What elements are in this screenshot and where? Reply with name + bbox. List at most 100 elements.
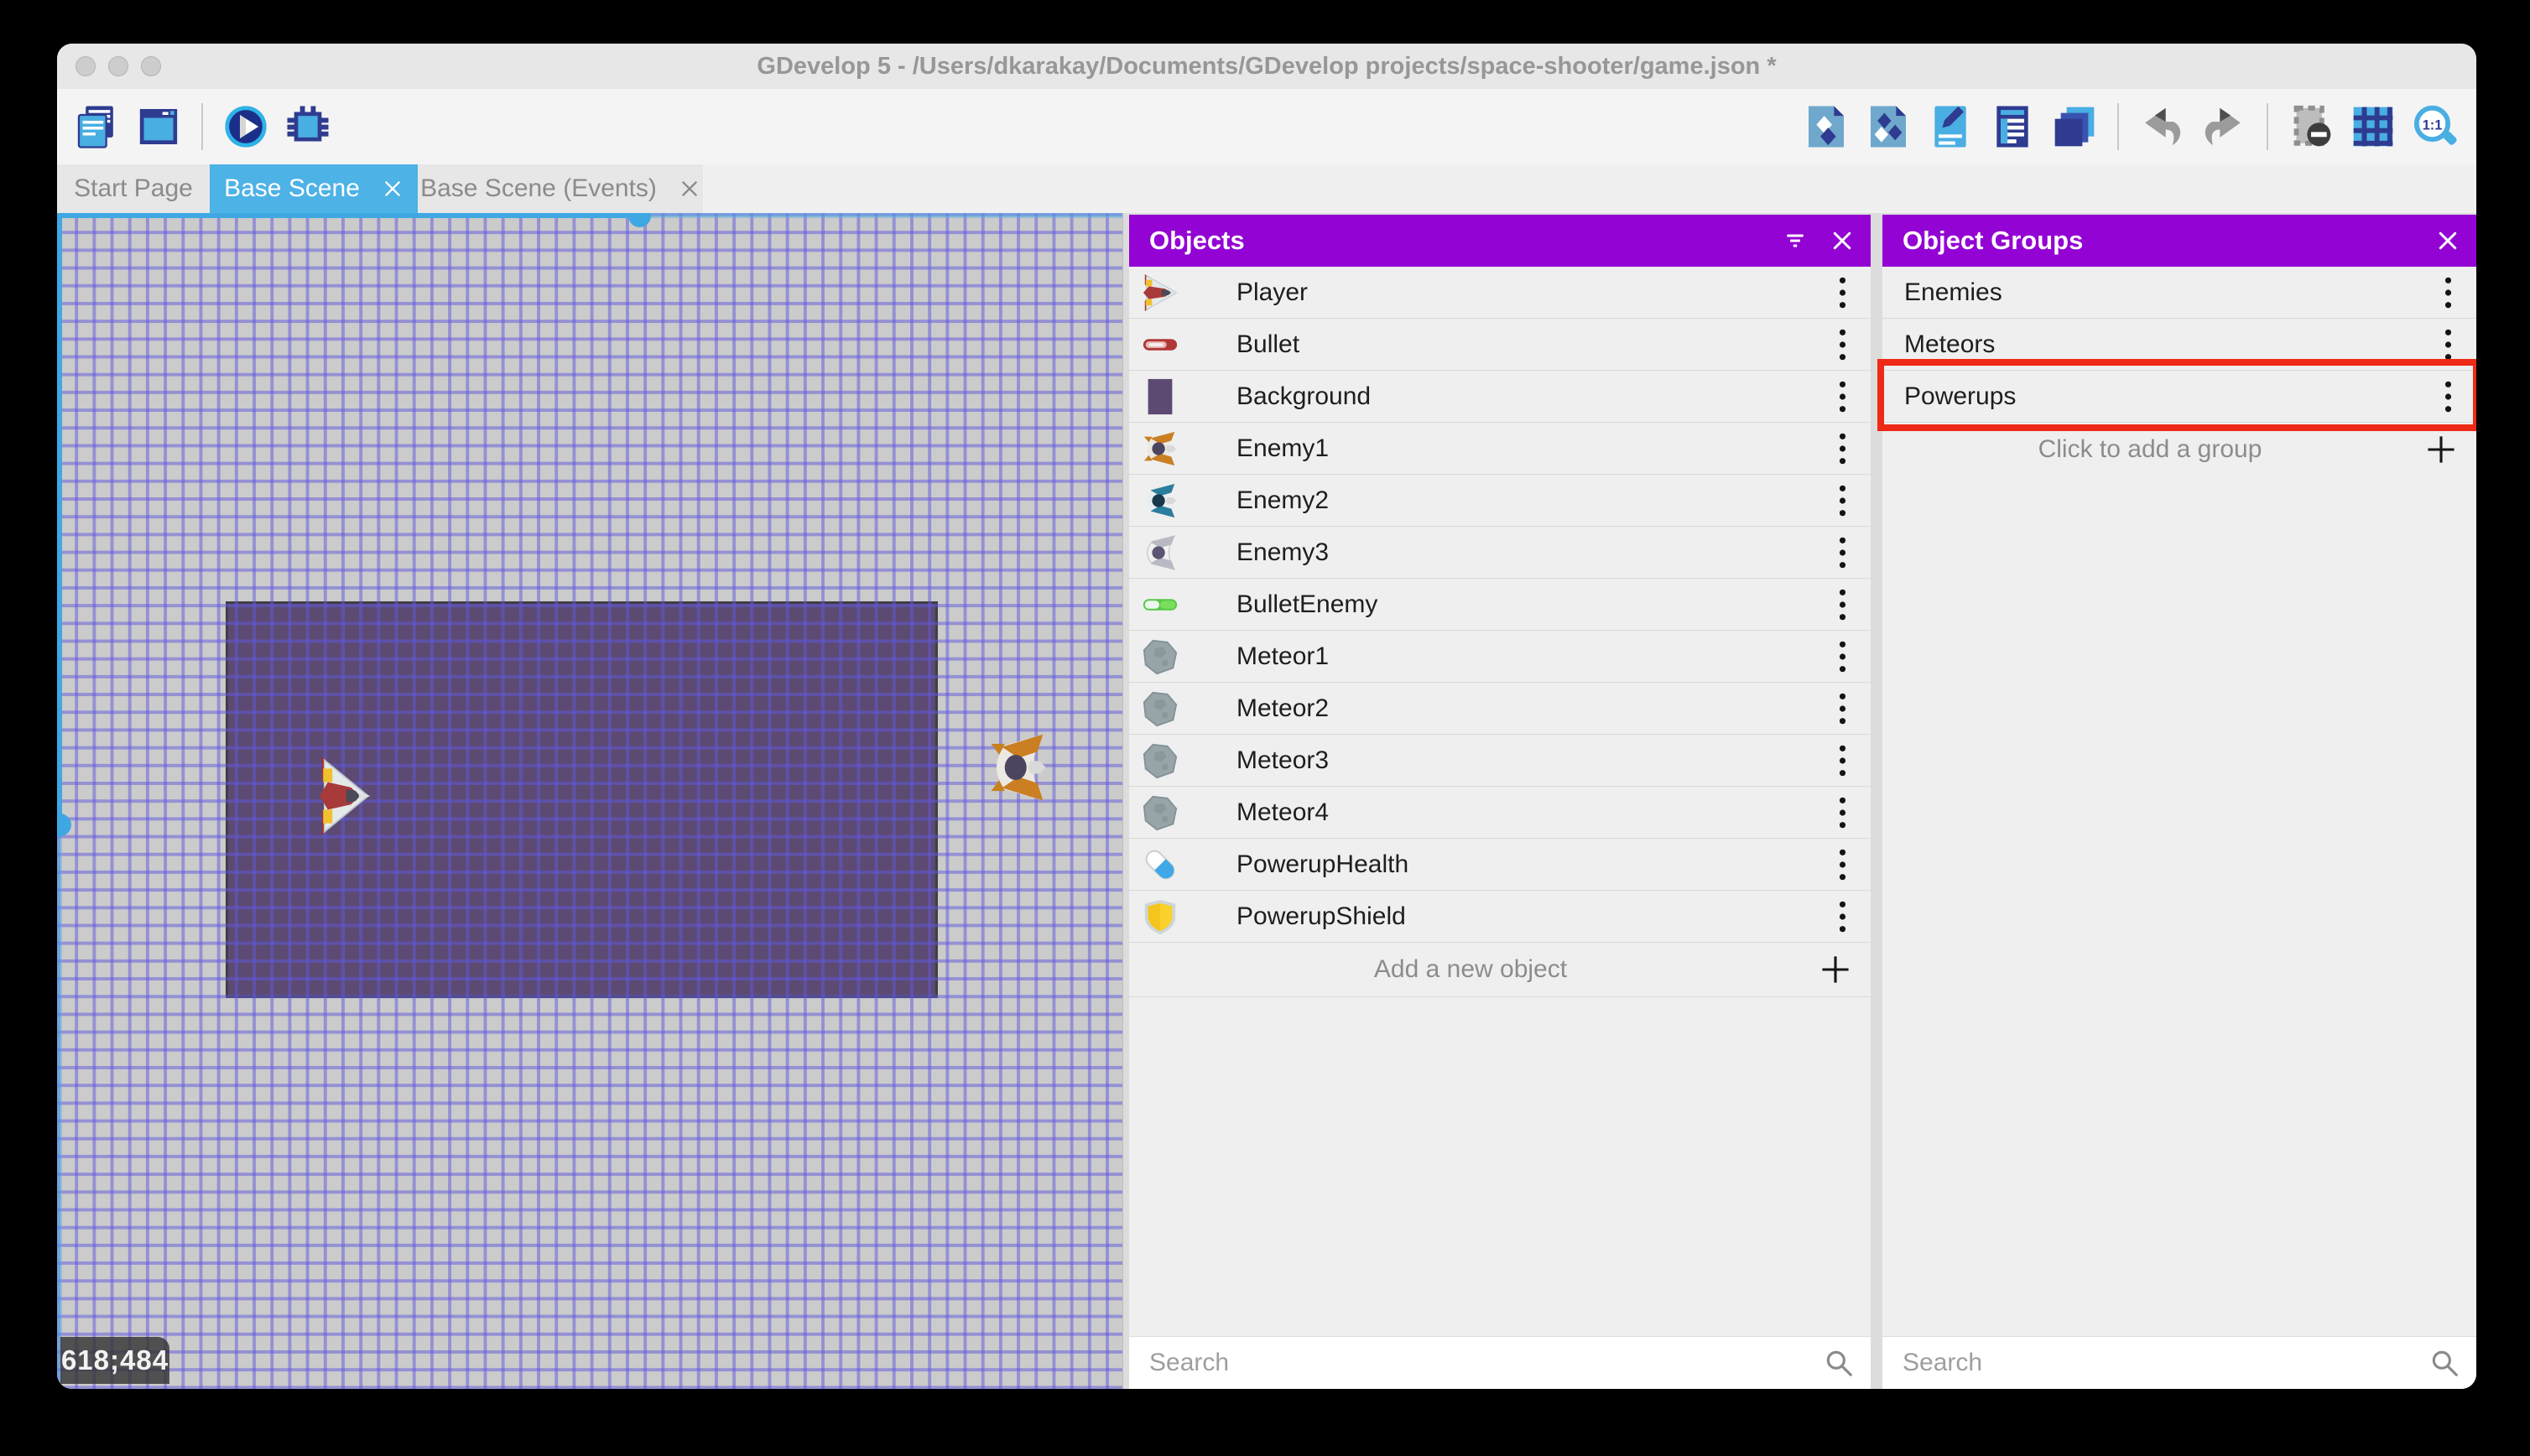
- debugger-icon[interactable]: [284, 102, 332, 151]
- zoom-original-icon[interactable]: 1:1: [2411, 102, 2460, 151]
- object-groups-panel-header: Object Groups: [1882, 215, 2476, 267]
- enemy-gray-icon: [1141, 533, 1179, 572]
- object-row-enemy1[interactable]: Enemy1: [1129, 423, 1871, 475]
- object-row-enemy2[interactable]: Enemy2: [1129, 475, 1871, 527]
- group-name: Meteors: [1904, 330, 1996, 358]
- group-row-powerups[interactable]: Powerups: [1882, 371, 2476, 423]
- three-dots-menu-icon[interactable]: [2429, 319, 2466, 371]
- close-panel-icon[interactable]: [2424, 217, 2471, 264]
- object-groups-panel-title: Object Groups: [1903, 226, 2084, 255]
- objects-search-input[interactable]: [1148, 1348, 1820, 1378]
- object-name: PowerupShield: [1236, 902, 1406, 930]
- open-layers-panel-icon[interactable]: [2050, 102, 2099, 151]
- undo-icon[interactable]: [2137, 102, 2186, 151]
- three-dots-menu-icon[interactable]: [1824, 735, 1861, 787]
- tab-close-icon[interactable]: [679, 178, 700, 200]
- redo-icon[interactable]: [2199, 102, 2248, 151]
- three-dots-menu-icon[interactable]: [1824, 891, 1861, 943]
- object-row-bulletenemy[interactable]: BulletEnemy: [1129, 579, 1871, 631]
- objects-panel: Objects Player Bullet Background Enemy1 Enem…: [1129, 215, 1871, 1389]
- object-name: Meteor3: [1236, 746, 1330, 774]
- add-object-row[interactable]: Add a new object: [1129, 943, 1871, 997]
- bullet-green-icon: [1141, 585, 1179, 624]
- group-row-enemies[interactable]: Enemies: [1882, 267, 2476, 319]
- tab-label: Start Page: [74, 174, 193, 202]
- open-objects-panel-icon[interactable]: [1802, 102, 1851, 151]
- cursor-coordinates: 618;484: [60, 1337, 169, 1384]
- meteor-icon: [1141, 741, 1179, 780]
- open-object-groups-panel-icon[interactable]: [1864, 102, 1913, 151]
- setup-grid-icon[interactable]: [2349, 102, 2397, 151]
- tab-base-scene[interactable]: Base Scene: [210, 164, 418, 213]
- object-row-bullet[interactable]: Bullet: [1129, 319, 1871, 371]
- health-pill-icon: [1141, 845, 1179, 884]
- object-row-powerupshield[interactable]: PowerupShield: [1129, 891, 1871, 943]
- shield-icon: [1141, 897, 1179, 936]
- close-panel-icon[interactable]: [1819, 217, 1866, 264]
- object-row-enemy3[interactable]: Enemy3: [1129, 527, 1871, 579]
- search-icon[interactable]: [1820, 1344, 1857, 1381]
- three-dots-menu-icon[interactable]: [1824, 475, 1861, 527]
- object-name: Player: [1236, 278, 1309, 306]
- enemy-teal-icon: [1141, 481, 1179, 520]
- toolbar-separator: [2267, 103, 2268, 150]
- main-toolbar: 1:1: [57, 89, 2476, 164]
- vertical-scrollbar-thumb[interactable]: [57, 213, 62, 835]
- enemy1-instance[interactable]: [986, 730, 1051, 805]
- three-dots-menu-icon[interactable]: [1824, 839, 1861, 891]
- toolbar-left-group: [72, 89, 332, 164]
- object-name: Enemy1: [1236, 434, 1330, 462]
- tab-strip: Start Page Base Scene Base Scene (Events): [57, 164, 2476, 213]
- enemy-orange-icon: [1141, 429, 1179, 468]
- three-dots-menu-icon[interactable]: [1824, 423, 1861, 475]
- tab-base-scene-events[interactable]: Base Scene (Events): [418, 164, 703, 213]
- object-row-poweruphealth[interactable]: PowerupHealth: [1129, 839, 1871, 891]
- object-row-meteor4[interactable]: Meteor4: [1129, 787, 1871, 839]
- object-groups-list: Enemies Meteors Powerups Click to add a gro…: [1882, 267, 2476, 1337]
- add-group-row[interactable]: Click to add a group: [1882, 423, 2476, 476]
- open-properties-panel-icon[interactable]: [1926, 102, 1975, 151]
- three-dots-menu-icon[interactable]: [1824, 319, 1861, 371]
- window-mask-icon[interactable]: [2287, 102, 2335, 151]
- open-instances-list-icon[interactable]: [1988, 102, 2037, 151]
- objects-panel-header: Objects: [1129, 215, 1871, 267]
- object-row-background[interactable]: Background: [1129, 371, 1871, 423]
- group-row-meteors[interactable]: Meteors: [1882, 319, 2476, 371]
- three-dots-menu-icon[interactable]: [2429, 267, 2466, 319]
- object-row-meteor3[interactable]: Meteor3: [1129, 735, 1871, 787]
- object-name: Enemy2: [1236, 486, 1330, 514]
- object-name: Enemy3: [1236, 538, 1330, 566]
- toolbar-separator: [2117, 103, 2119, 150]
- filter-icon[interactable]: [1772, 217, 1819, 264]
- plus-icon[interactable]: [2418, 426, 2465, 473]
- three-dots-menu-icon[interactable]: [2429, 371, 2466, 423]
- open-scene-icon[interactable]: [134, 102, 183, 151]
- object-row-player[interactable]: Player: [1129, 267, 1871, 319]
- plus-icon[interactable]: [1812, 946, 1859, 993]
- player-ship-icon: [1141, 273, 1179, 312]
- three-dots-menu-icon[interactable]: [1824, 267, 1861, 319]
- horizontal-scrollbar-thumb[interactable]: [57, 213, 639, 218]
- scene-editor-canvas[interactable]: 618;484: [57, 213, 1123, 1389]
- search-icon[interactable]: [2426, 1344, 2463, 1381]
- title-bar: GDevelop 5 - /Users/dkarakay/Documents/G…: [57, 44, 2476, 90]
- horizontal-scrollbar-knob[interactable]: [628, 213, 651, 227]
- project-manager-icon[interactable]: [72, 102, 121, 151]
- three-dots-menu-icon[interactable]: [1824, 631, 1861, 683]
- three-dots-menu-icon[interactable]: [1824, 371, 1861, 423]
- object-row-meteor2[interactable]: Meteor2: [1129, 683, 1871, 735]
- tab-start-page[interactable]: Start Page: [57, 164, 210, 213]
- groups-search-input[interactable]: [1901, 1348, 2426, 1378]
- player-instance[interactable]: [316, 755, 372, 837]
- three-dots-menu-icon[interactable]: [1824, 683, 1861, 735]
- three-dots-menu-icon[interactable]: [1824, 579, 1861, 631]
- object-name: Meteor2: [1236, 694, 1330, 722]
- tab-close-icon[interactable]: [382, 178, 403, 200]
- gdevelop-window: GDevelop 5 - /Users/dkarakay/Documents/G…: [57, 44, 2476, 1389]
- play-preview-icon[interactable]: [221, 102, 270, 151]
- three-dots-menu-icon[interactable]: [1824, 527, 1861, 579]
- object-name: Background: [1236, 382, 1372, 410]
- vertical-scrollbar-knob[interactable]: [57, 814, 71, 836]
- three-dots-menu-icon[interactable]: [1824, 787, 1861, 839]
- object-row-meteor1[interactable]: Meteor1: [1129, 631, 1871, 683]
